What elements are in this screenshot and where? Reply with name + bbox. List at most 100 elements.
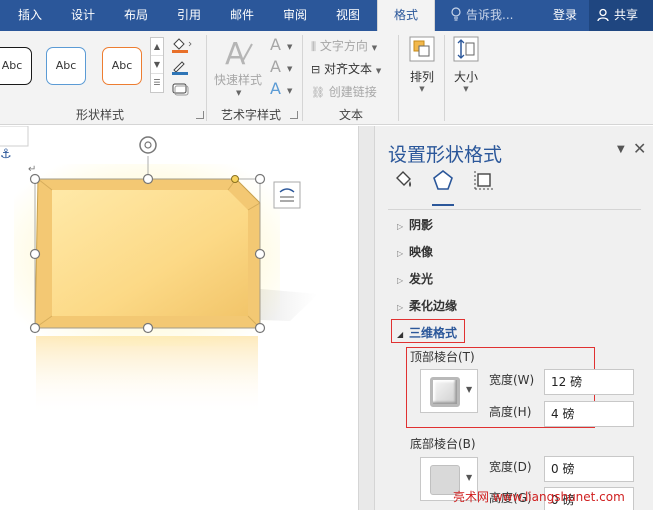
- top-bevel-height-input[interactable]: 4 磅: [544, 401, 634, 427]
- shape-styles-launcher-icon[interactable]: [196, 111, 204, 119]
- arrange-button[interactable]: 排列 ▼: [406, 35, 438, 101]
- text-direction-label: 文字方向: [319, 39, 368, 53]
- size-properties-tab-icon[interactable]: [472, 168, 496, 192]
- wordart-launcher-icon[interactable]: [290, 111, 298, 119]
- quick-styles-icon[interactable]: A: [222, 36, 256, 70]
- section-label: 映像: [409, 245, 434, 259]
- share-label: 共享: [614, 8, 639, 22]
- chevron-down-icon: ▼: [236, 89, 242, 97]
- expand-arrow-icon: ▷: [397, 222, 404, 231]
- group-label-shape-styles: 形状样式: [75, 108, 124, 122]
- tell-me-box[interactable]: 告诉我...: [450, 0, 513, 31]
- layout-options-icon[interactable]: [273, 181, 301, 209]
- top-bevel-height-label: 高度(H): [489, 405, 532, 419]
- tab-insert[interactable]: 插入: [6, 0, 54, 31]
- text-direction-button[interactable]: ⫼ 文字方向 ▼: [311, 37, 377, 54]
- collapse-arrow-icon: ◢: [397, 330, 404, 339]
- text-fill-icon[interactable]: A: [270, 35, 281, 54]
- person-icon: [597, 8, 609, 22]
- top-bevel-label: 顶部棱台(T): [410, 350, 475, 364]
- arrange-label: 排列: [409, 70, 434, 84]
- top-bevel-picker[interactable]: ▼: [420, 369, 478, 413]
- text-effects-icon[interactable]: A: [270, 79, 281, 98]
- text-direction-icon: ⫼: [311, 40, 317, 53]
- shape-outline-icon[interactable]: [170, 58, 192, 76]
- bottom-bevel-width-input[interactable]: 0 磅: [544, 456, 634, 482]
- expand-arrow-icon: ▷: [397, 249, 404, 258]
- page-corner-mark: [0, 126, 29, 147]
- tab-mailings[interactable]: 邮件: [217, 0, 267, 31]
- section-soft-edges[interactable]: ▷ 柔化边缘: [397, 297, 457, 314]
- size-icon: [453, 36, 479, 62]
- shape-style-2[interactable]: Abc: [46, 47, 86, 85]
- shape-style-1[interactable]: Abc: [0, 47, 32, 85]
- section-label: 柔化边缘: [409, 299, 458, 313]
- chevron-down-icon: ▼: [466, 385, 473, 394]
- top-bevel-width-input[interactable]: 12 磅: [544, 369, 634, 395]
- tab-format[interactable]: 格式: [377, 0, 435, 31]
- gallery-down-icon[interactable]: ▼: [151, 56, 163, 74]
- active-tab-indicator: [432, 204, 454, 206]
- gallery-up-icon[interactable]: ▲: [151, 38, 163, 56]
- format-shape-pane: 设置形状格式 ▼ ✕ ▷ 阴影 ▷ 映像 ▷ 发光 ▷ 柔化边缘 ◢ 三维格式 顶部棱台(…: [374, 126, 653, 510]
- group-separator: [206, 35, 207, 121]
- quick-styles-label[interactable]: 快速样式: [214, 71, 262, 88]
- link-icon: ⛓: [311, 86, 325, 99]
- bottom-bevel-label: 底部棱台(B): [410, 437, 476, 451]
- svg-text:A: A: [225, 37, 246, 70]
- pane-title: 设置形状格式: [388, 144, 503, 166]
- fill-line-tab-icon[interactable]: [392, 168, 416, 192]
- adjust-handle[interactable]: [231, 175, 239, 183]
- group-separator: [302, 35, 303, 121]
- section-reflection[interactable]: ▷ 映像: [397, 243, 433, 260]
- close-icon[interactable]: ✕: [633, 139, 646, 158]
- shape-face: [52, 190, 248, 316]
- shape-effects-icon[interactable]: [170, 80, 192, 98]
- align-text-label: 对齐文本: [324, 62, 373, 76]
- section-shadow[interactable]: ▷ 阴影: [397, 216, 433, 233]
- create-link-label: 创建链接: [328, 85, 377, 99]
- gallery-scroll[interactable]: ▲ ▼ ☰: [150, 37, 164, 93]
- login-link[interactable]: 登录: [553, 0, 577, 31]
- share-button[interactable]: 共享: [589, 0, 653, 31]
- align-text-button[interactable]: ⊟ 对齐文本 ▼: [311, 60, 381, 77]
- tab-design[interactable]: 设计: [58, 0, 108, 31]
- document-scrollbar[interactable]: [358, 126, 374, 510]
- group-separator: [398, 35, 399, 121]
- text-outline-icon[interactable]: A: [270, 57, 281, 76]
- group-separator: [444, 35, 445, 121]
- section-label: 阴影: [409, 218, 434, 232]
- size-button[interactable]: 大小 ▼: [450, 35, 482, 101]
- shape-fill-icon[interactable]: [170, 36, 192, 54]
- section-label: 发光: [409, 272, 434, 286]
- effects-tab-icon[interactable]: [431, 168, 455, 192]
- chevron-down-icon: ▼: [287, 65, 293, 73]
- document-area[interactable]: ⚓ ↵: [0, 126, 358, 510]
- group-label-text: 文本: [338, 108, 363, 122]
- pane-options-dropdown-icon[interactable]: ▼: [617, 144, 625, 155]
- arrange-icon: [409, 36, 435, 62]
- chevron-down-icon: ▼: [287, 87, 293, 95]
- tell-me-text: 告诉我...: [466, 8, 514, 22]
- document-canvas: ⚓ ↵: [0, 126, 318, 416]
- shape-reflection: [36, 336, 258, 416]
- bottom-bevel-width-label: 宽度(D): [489, 460, 532, 474]
- align-text-icon: ⊟: [311, 63, 321, 76]
- gallery-more-icon[interactable]: ☰: [151, 74, 163, 92]
- tab-review[interactable]: 审阅: [270, 0, 320, 31]
- create-link-button[interactable]: ⛓ 创建链接: [311, 83, 377, 100]
- tab-view[interactable]: 视图: [323, 0, 373, 31]
- section-label: 三维格式: [409, 326, 458, 340]
- pane-divider: [388, 209, 641, 210]
- expand-arrow-icon: ▷: [397, 276, 404, 285]
- shape-style-3[interactable]: Abc: [102, 47, 142, 85]
- section-3d-format[interactable]: ◢ 三维格式: [397, 324, 457, 341]
- tab-layout[interactable]: 布局: [111, 0, 161, 31]
- tab-references[interactable]: 引用: [164, 0, 214, 31]
- rotate-handle-icon[interactable]: [139, 136, 157, 154]
- section-glow[interactable]: ▷ 发光: [397, 270, 433, 287]
- top-bevel-width-label: 宽度(W): [489, 373, 535, 387]
- chevron-down-icon: ▼: [419, 85, 425, 93]
- chevron-down-icon: ▼: [466, 473, 473, 482]
- anchor-icon: ⚓: [0, 147, 12, 162]
